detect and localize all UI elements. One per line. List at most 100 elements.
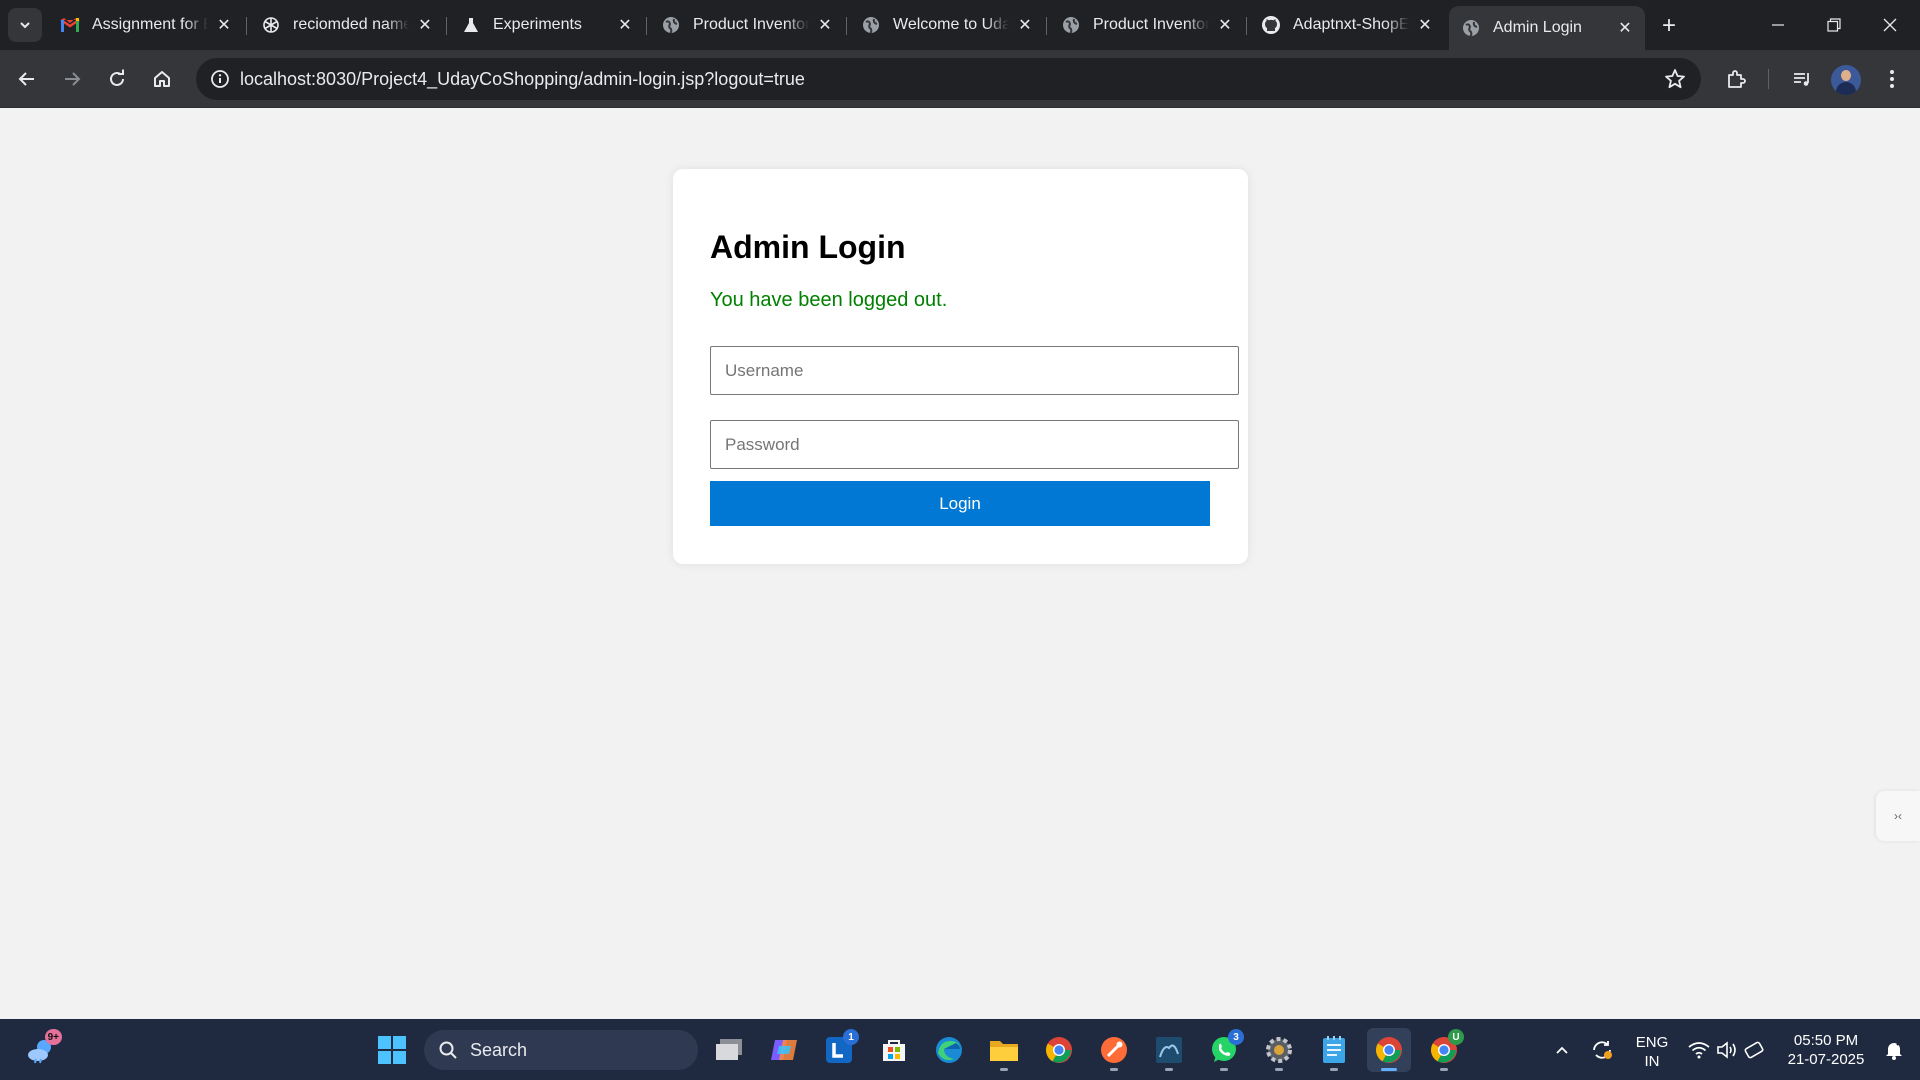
- copilot-button[interactable]: [762, 1028, 806, 1072]
- widgets-badge: 9+: [44, 1029, 62, 1045]
- browser-toolbar: localhost:8030/Project4_UdayCoShopping/a…: [0, 50, 1920, 108]
- username-input[interactable]: [710, 346, 1239, 395]
- sync-status-button[interactable]: [1580, 1028, 1624, 1072]
- sync-icon: [1593, 1041, 1612, 1059]
- login-button[interactable]: Login: [710, 481, 1210, 526]
- tab-title: Product Inventor: [1093, 16, 1209, 33]
- running-indicator: [1165, 1068, 1173, 1071]
- tab-title: Assignment for E: [92, 16, 208, 33]
- address-bar[interactable]: localhost:8030/Project4_UdayCoShopping/a…: [196, 58, 1701, 100]
- whatsapp-button[interactable]: 3: [1202, 1028, 1246, 1072]
- start-button[interactable]: [370, 1028, 414, 1072]
- plus-icon: +: [1661, 12, 1676, 39]
- edge-button[interactable]: [927, 1028, 971, 1072]
- tab-gmail[interactable]: Assignment for E ✕: [48, 8, 244, 42]
- page-title: Admin Login: [710, 229, 906, 265]
- clock-time: 05:50 PM: [1793, 1032, 1859, 1049]
- file-explorer-button[interactable]: [982, 1028, 1026, 1072]
- taskbar-search-box[interactable]: Search: [424, 1030, 698, 1070]
- tab-welcome[interactable]: Welcome to Uda ✕: [849, 8, 1045, 42]
- linkedin-button[interactable]: 1: [817, 1028, 861, 1072]
- close-icon[interactable]: ✕: [1615, 18, 1635, 38]
- extensions-button[interactable]: [1718, 61, 1754, 97]
- clock-date: 21-07-2025: [1787, 1051, 1865, 1068]
- new-tab-button[interactable]: +: [1653, 10, 1685, 42]
- page-viewport: Admin Login You have been logged out. Lo…: [0, 109, 1920, 1019]
- site-info-icon[interactable]: [202, 61, 238, 97]
- close-icon[interactable]: ✕: [1015, 15, 1035, 35]
- tab-title: Welcome to Uda: [893, 16, 1009, 33]
- close-icon[interactable]: ✕: [1415, 15, 1435, 35]
- running-indicator: [1275, 1068, 1283, 1071]
- postman-button[interactable]: [1092, 1028, 1136, 1072]
- sidebar-peek-button[interactable]: ›‹: [1876, 791, 1920, 841]
- home-button[interactable]: [144, 61, 180, 97]
- chrome-profile-active-button[interactable]: [1367, 1028, 1411, 1072]
- mysql-workbench-button[interactable]: [1147, 1028, 1191, 1072]
- running-indicator: [1220, 1068, 1228, 1071]
- close-icon[interactable]: ✕: [815, 15, 835, 35]
- restore-button[interactable]: [1806, 0, 1862, 50]
- running-indicator: [1381, 1068, 1397, 1071]
- store-icon: [883, 1040, 905, 1061]
- battery-button[interactable]: [1739, 1028, 1771, 1072]
- chrome-icon: [1376, 1037, 1402, 1063]
- language-indicator[interactable]: ENG IN: [1628, 1033, 1676, 1071]
- close-icon[interactable]: ✕: [415, 15, 435, 35]
- search-label: Search: [470, 1039, 528, 1060]
- microsoft-store-button[interactable]: [872, 1028, 916, 1072]
- profile-badge: U: [1448, 1029, 1464, 1045]
- wifi-icon: [1688, 1042, 1710, 1059]
- tab-github[interactable]: Adaptnxt-ShopE ✕: [1249, 8, 1445, 42]
- tab-experiments[interactable]: Experiments ✕: [449, 8, 645, 42]
- close-window-button[interactable]: [1862, 0, 1918, 50]
- chrome-profile-u-button[interactable]: U: [1422, 1028, 1466, 1072]
- running-indicator: [1000, 1068, 1008, 1071]
- close-icon: [1883, 18, 1897, 32]
- clock[interactable]: 05:50 PM 21-07-2025: [1778, 1031, 1874, 1069]
- notifications-button[interactable]: [1876, 1028, 1912, 1072]
- folder-icon: [990, 1041, 1018, 1061]
- github-icon: [1261, 15, 1281, 35]
- puzzle-icon: [1728, 70, 1746, 88]
- media-controls-button[interactable]: [1784, 61, 1820, 97]
- postman-icon: [1101, 1037, 1127, 1063]
- tab-search-button[interactable]: [8, 8, 42, 42]
- reload-icon: [110, 69, 124, 86]
- profile-avatar[interactable]: [1831, 65, 1861, 95]
- forward-button[interactable]: [54, 61, 90, 97]
- close-icon[interactable]: ✕: [615, 15, 635, 35]
- url-path: :8030/Project4_UdayCoShopping/admin-logi…: [311, 68, 805, 89]
- settings-button[interactable]: [1257, 1028, 1301, 1072]
- close-icon[interactable]: ✕: [214, 15, 234, 35]
- tab-divider: [246, 17, 247, 35]
- close-icon[interactable]: ✕: [1215, 15, 1235, 35]
- show-hidden-icons-button[interactable]: [1540, 1028, 1584, 1072]
- globe-icon: [861, 15, 881, 35]
- tab-admin-login[interactable]: Admin Login ✕: [1449, 6, 1645, 50]
- flask-icon: [461, 15, 481, 35]
- globe-icon: [1461, 18, 1481, 38]
- playlist-icon: [1794, 73, 1809, 86]
- toolbar-divider: [1768, 69, 1769, 89]
- minimize-icon: [1772, 24, 1784, 26]
- mysql-workbench-icon: [1156, 1037, 1182, 1063]
- password-input[interactable]: [710, 420, 1239, 469]
- bookmark-star-icon[interactable]: [1663, 67, 1687, 91]
- tab-product-inventory[interactable]: Product Inventor ✕: [649, 8, 845, 42]
- minimize-button[interactable]: [1750, 0, 1806, 50]
- reload-button[interactable]: [99, 61, 135, 97]
- back-button[interactable]: [9, 61, 45, 97]
- menu-button[interactable]: [1874, 61, 1910, 97]
- tab-chatgpt[interactable]: reciomded name ✕: [249, 8, 445, 42]
- url-host: localhost: [240, 68, 312, 89]
- battery-icon: [1744, 1041, 1764, 1059]
- chevron-down-icon: [20, 22, 30, 29]
- task-view-button[interactable]: [707, 1028, 751, 1072]
- notification-badge: 3: [1228, 1029, 1244, 1045]
- notepad-button[interactable]: [1312, 1028, 1356, 1072]
- tab-product-inventory-2[interactable]: Product Inventor ✕: [1049, 8, 1245, 42]
- widgets-button[interactable]: 9+: [20, 1028, 64, 1072]
- notification-badge: 1: [843, 1029, 859, 1045]
- chrome-button[interactable]: [1037, 1028, 1081, 1072]
